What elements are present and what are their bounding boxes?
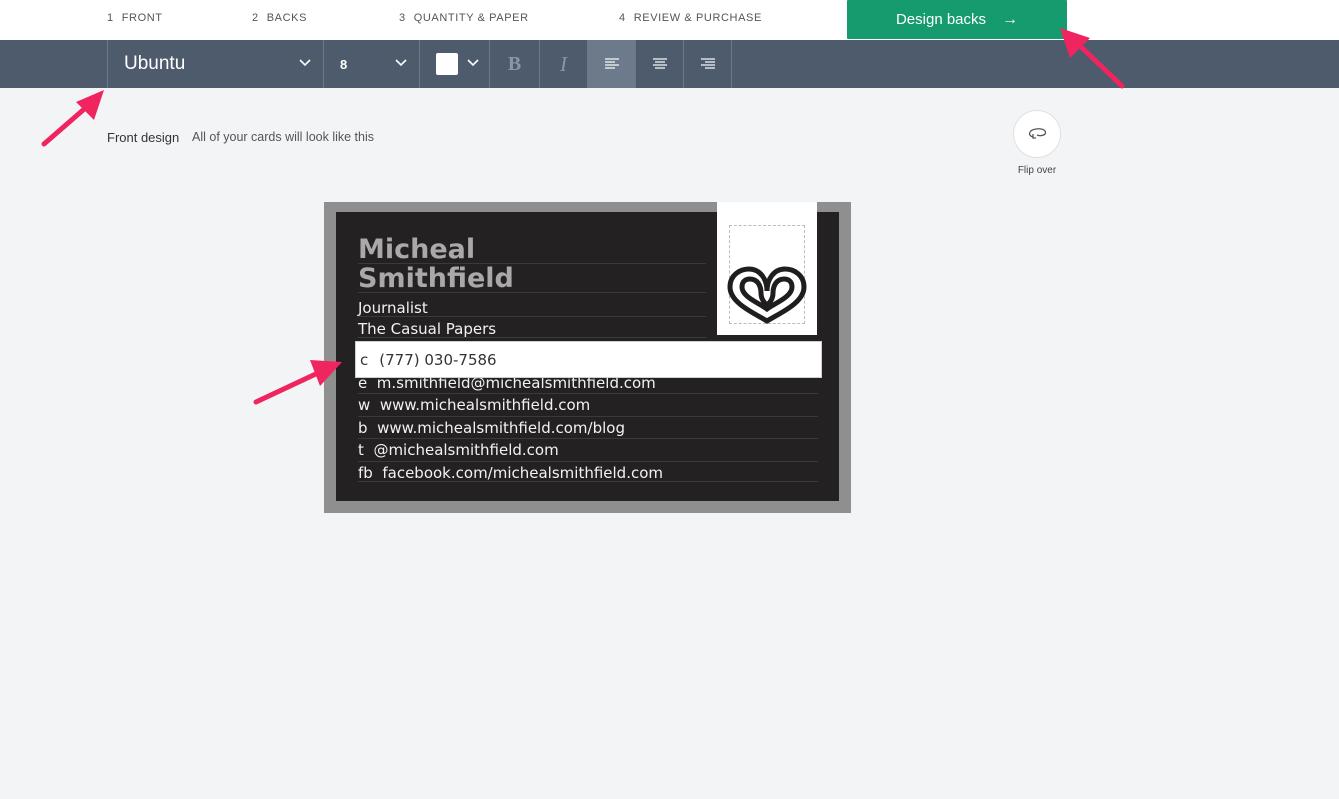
guide-line xyxy=(358,393,818,394)
chevron-down-icon xyxy=(299,59,311,67)
text-color-picker[interactable] xyxy=(419,40,489,88)
card-twitter[interactable]: t @michealsmithfield.com xyxy=(358,441,559,459)
align-center-button[interactable] xyxy=(635,40,683,88)
align-left-icon xyxy=(604,58,619,69)
bold-button[interactable]: B xyxy=(489,40,539,88)
align-left-button[interactable] xyxy=(587,40,635,88)
italic-button[interactable]: I xyxy=(539,40,587,88)
card-name-first[interactable]: Micheal xyxy=(358,234,475,265)
steps-header: 1 FRONT 2 BACKS 3 QUANTITY & PAPER 4 REVIEW … xyxy=(0,0,1339,40)
card-job-title[interactable]: Journalist xyxy=(358,299,428,317)
design-backs-button[interactable]: Design backs → xyxy=(847,0,1067,39)
logo-knot-icon xyxy=(727,266,807,324)
card-website[interactable]: w www.michealsmithfield.com xyxy=(358,396,590,414)
front-design-title: Front design xyxy=(107,130,180,145)
annotation-arrow-icon xyxy=(253,360,342,405)
align-right-button[interactable] xyxy=(683,40,732,88)
flip-over-button[interactable] xyxy=(1013,110,1061,158)
chevron-down-icon xyxy=(395,59,407,67)
card-phone-field-selected[interactable]: c (777) 030-7586 xyxy=(355,341,822,378)
font-family-select[interactable]: Ubuntu xyxy=(107,40,323,88)
text-toolbar: Ubuntu 8 B I xyxy=(0,40,1339,88)
annotation-arrow-icon xyxy=(1060,28,1125,89)
card-blog[interactable]: b www.michealsmithfield.com/blog xyxy=(358,419,625,437)
card-facebook[interactable]: fb facebook.com/michealsmithfield.com xyxy=(358,464,663,482)
guide-line xyxy=(358,438,818,439)
arrow-right-icon: → xyxy=(1002,10,1019,28)
flip-icon xyxy=(1028,128,1047,139)
step-review-purchase[interactable]: 4 REVIEW & PURCHASE xyxy=(619,12,762,24)
guide-line xyxy=(358,461,818,462)
guide-line xyxy=(358,416,818,417)
flip-over-label: Flip over xyxy=(1017,165,1057,176)
annotation-arrow-icon xyxy=(41,90,104,147)
card-company[interactable]: The Casual Papers xyxy=(358,320,496,338)
font-size-select[interactable]: 8 xyxy=(323,40,419,88)
step-backs[interactable]: 2 BACKS xyxy=(252,12,307,24)
card-name-last[interactable]: Smithfield xyxy=(358,263,514,294)
step-front[interactable]: 1 FRONT xyxy=(107,12,163,24)
align-right-icon xyxy=(700,58,715,69)
color-swatch xyxy=(436,53,458,75)
align-center-icon xyxy=(652,58,667,69)
step-quantity-paper[interactable]: 3 QUANTITY & PAPER xyxy=(399,12,529,24)
front-design-subtitle: All of your cards will look like this xyxy=(192,130,375,144)
chevron-down-icon xyxy=(467,59,479,67)
